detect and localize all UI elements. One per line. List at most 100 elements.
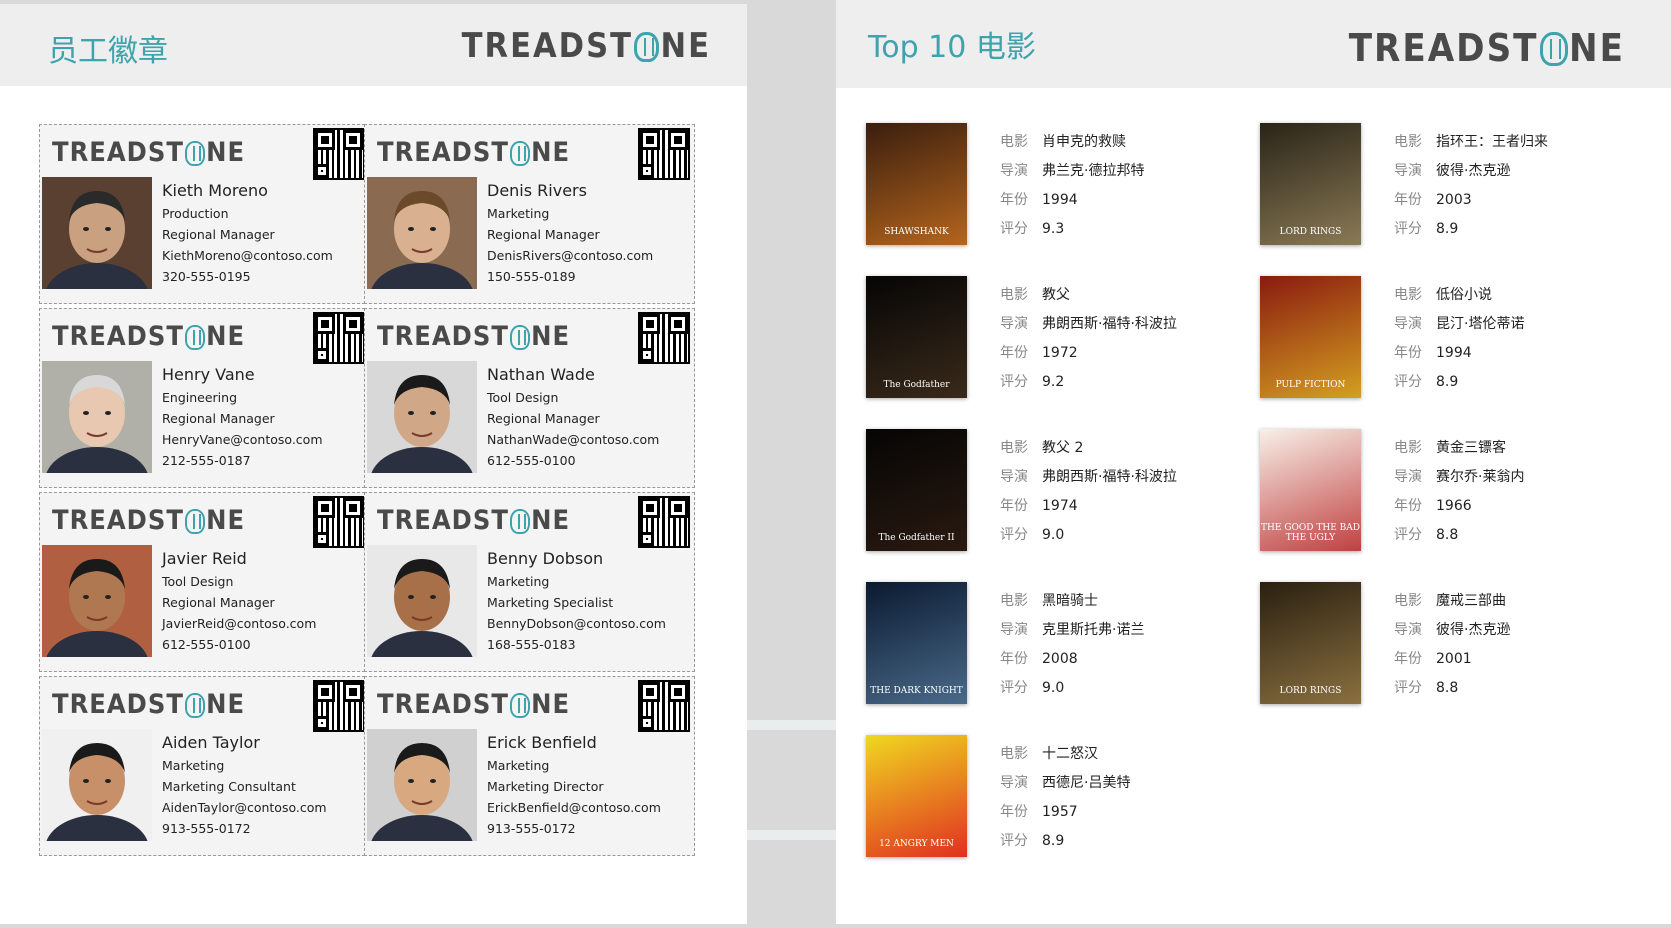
brand-logo: TREADST NE <box>461 26 711 66</box>
movie-poster[interactable]: 12 ANGRY MEN <box>866 735 967 857</box>
employee-email[interactable]: JavierReid@contoso.com <box>162 616 365 631</box>
employee-department: Marketing <box>487 574 550 589</box>
avatar <box>42 361 152 473</box>
movie-director-field: 导演 弗兰克·德拉邦特 <box>1000 163 1145 179</box>
qr-code-icon <box>313 496 365 548</box>
employee-badge: TREADST NE Aiden Taylor Marketing Marketi… <box>39 676 370 856</box>
top-movies-panel: Top 10 电影 TREADST NE SHAWSHANK 电影 肖申克的救赎 导… <box>836 0 1671 924</box>
brand-logo: TREADST NE <box>377 689 658 720</box>
movie-item[interactable]: The Godfather 电影 教父 导演 弗朗西斯·福特·科波拉 年份 1972 … <box>836 276 1236 406</box>
poster-title: THE GOOD THE BAD THE UGLY <box>1261 523 1360 543</box>
movie-item[interactable]: LORD RINGS 电影 指环王：王者归来 导演 彼得·杰克逊 年份 2003 评分… <box>1230 123 1630 253</box>
panel-header: Top 10 电影 TREADST NE <box>836 0 1671 88</box>
movie-year-field: 年份 1957 <box>1000 804 1078 820</box>
brand-text: TREADST <box>377 689 509 720</box>
brand-text: NE <box>531 137 571 168</box>
movie-year-field: 年份 1972 <box>1000 345 1078 361</box>
employee-department: Marketing <box>162 758 225 773</box>
qr-code-icon <box>638 312 690 364</box>
movie-rating-field: 评分 8.9 <box>1394 221 1459 237</box>
brand-text: NE <box>531 689 571 720</box>
employee-name: Aiden Taylor <box>162 733 260 752</box>
employee-email[interactable]: KiethMoreno@contoso.com <box>162 248 365 263</box>
movie-item[interactable]: LORD RINGS 电影 魔戒三部曲 导演 彼得·杰克逊 年份 2001 评分 8.8 <box>1230 582 1630 712</box>
stone-icon <box>633 31 660 63</box>
employee-role: Regional Manager <box>162 595 275 610</box>
movie-poster[interactable]: THE GOOD THE BAD THE UGLY <box>1260 429 1361 551</box>
employee-badge: TREADST NE Javier Reid Tool Design Region… <box>39 492 370 672</box>
avatar <box>42 729 152 841</box>
employee-email[interactable]: ErickBenfield@contoso.com <box>487 800 690 815</box>
panel-title: 员工徽章 <box>48 34 168 69</box>
employee-email[interactable]: BennyDobson@contoso.com <box>487 616 690 631</box>
brand-logo: TREADST NE <box>377 505 658 536</box>
employee-phone: 612-555-0100 <box>487 453 576 468</box>
employee-name: Denis Rivers <box>487 181 587 200</box>
movie-item[interactable]: PULP FICTION 电影 低俗小说 导演 昆汀·塔伦蒂诺 年份 1994 评分 8… <box>1230 276 1630 406</box>
movie-item[interactable]: THE GOOD THE BAD THE UGLY 电影 黄金三镖客 导演 赛尔乔·… <box>1230 429 1630 559</box>
movie-title-field: 电影 指环王：王者归来 <box>1394 134 1548 150</box>
movie-title-field: 电影 黄金三镖客 <box>1394 440 1506 456</box>
movie-rating-field: 评分 8.8 <box>1394 680 1459 696</box>
movie-year-field: 年份 1994 <box>1394 345 1472 361</box>
employee-department: Marketing <box>487 206 550 221</box>
brand-text: TREADST <box>52 137 184 168</box>
employee-role: Regional Manager <box>487 227 600 242</box>
stone-icon <box>184 141 206 166</box>
employee-name: Erick Benfield <box>487 733 597 752</box>
employee-email[interactable]: NathanWade@contoso.com <box>487 432 690 447</box>
brand-logo: TREADST NE <box>377 137 658 168</box>
employee-phone: 913-555-0172 <box>487 821 576 836</box>
movie-title-field: 电影 黑暗骑士 <box>1000 593 1098 609</box>
employee-name: Henry Vane <box>162 365 255 384</box>
movie-item[interactable]: SHAWSHANK 电影 肖申克的救赎 导演 弗兰克·德拉邦特 年份 1994 评分 9… <box>836 123 1236 253</box>
movie-item[interactable]: THE DARK KNIGHT 电影 黑暗骑士 导演 克里斯托弗·诺兰 年份 2008… <box>836 582 1236 712</box>
movie-poster[interactable]: THE DARK KNIGHT <box>866 582 967 704</box>
movie-item[interactable]: 12 ANGRY MEN 电影 十二怒汉 导演 西德尼·吕美特 年份 1957 评分 8… <box>836 735 1236 865</box>
movie-director-field: 导演 彼得·杰克逊 <box>1394 622 1511 638</box>
employee-phone: 212-555-0187 <box>162 453 251 468</box>
brand-text: TREADST <box>377 321 509 352</box>
employee-role: Marketing Consultant <box>162 779 296 794</box>
stone-icon <box>184 509 206 534</box>
movie-rating-field: 评分 9.0 <box>1000 527 1065 543</box>
movie-poster[interactable]: LORD RINGS <box>1260 123 1361 245</box>
avatar <box>367 545 477 657</box>
movie-poster[interactable]: LORD RINGS <box>1260 582 1361 704</box>
employee-name: Kieth Moreno <box>162 181 268 200</box>
employee-badge: TREADST NE Erick Benfield Marketing Marke… <box>364 676 695 856</box>
employee-email[interactable]: DenisRivers@contoso.com <box>487 248 690 263</box>
movie-year-field: 年份 1974 <box>1000 498 1078 514</box>
movie-year-field: 年份 1994 <box>1000 192 1078 208</box>
brand-text: NE <box>206 689 246 720</box>
movie-year-field: 年份 2008 <box>1000 651 1078 667</box>
stone-icon <box>509 325 531 350</box>
employee-phone: 168-555-0183 <box>487 637 576 652</box>
brand-logo: TREADST NE <box>52 505 333 536</box>
brand-text: NE <box>531 321 571 352</box>
employee-email[interactable]: HenryVane@contoso.com <box>162 432 365 447</box>
employee-badge: TREADST NE Denis Rivers Marketing Regiona… <box>364 124 695 304</box>
stone-icon <box>509 141 531 166</box>
qr-code-icon <box>313 128 365 180</box>
qr-code-icon <box>313 312 365 364</box>
qr-code-icon <box>638 128 690 180</box>
movie-poster[interactable]: PULP FICTION <box>1260 276 1361 398</box>
brand-text: NE <box>531 505 571 536</box>
employee-role: Regional Manager <box>162 411 275 426</box>
avatar <box>42 545 152 657</box>
movie-rating-field: 评分 8.8 <box>1394 527 1459 543</box>
employee-role: Marketing Specialist <box>487 595 614 610</box>
movie-poster[interactable]: SHAWSHANK <box>866 123 967 245</box>
movie-poster[interactable]: The Godfather II <box>866 429 967 551</box>
employee-phone: 320-555-0195 <box>162 269 251 284</box>
movie-director-field: 导演 赛尔乔·莱翁内 <box>1394 469 1525 485</box>
poster-title: 12 ANGRY MEN <box>879 839 954 849</box>
movie-title-field: 电影 十二怒汉 <box>1000 746 1098 762</box>
movie-rating-field: 评分 8.9 <box>1394 374 1459 390</box>
employee-phone: 913-555-0172 <box>162 821 251 836</box>
employee-email[interactable]: AidenTaylor@contoso.com <box>162 800 365 815</box>
movie-director-field: 导演 昆汀·塔伦蒂诺 <box>1394 316 1525 332</box>
movie-poster[interactable]: The Godfather <box>866 276 967 398</box>
movie-item[interactable]: The Godfather II 电影 教父 2 导演 弗朗西斯·福特·科波拉 年份… <box>836 429 1236 559</box>
